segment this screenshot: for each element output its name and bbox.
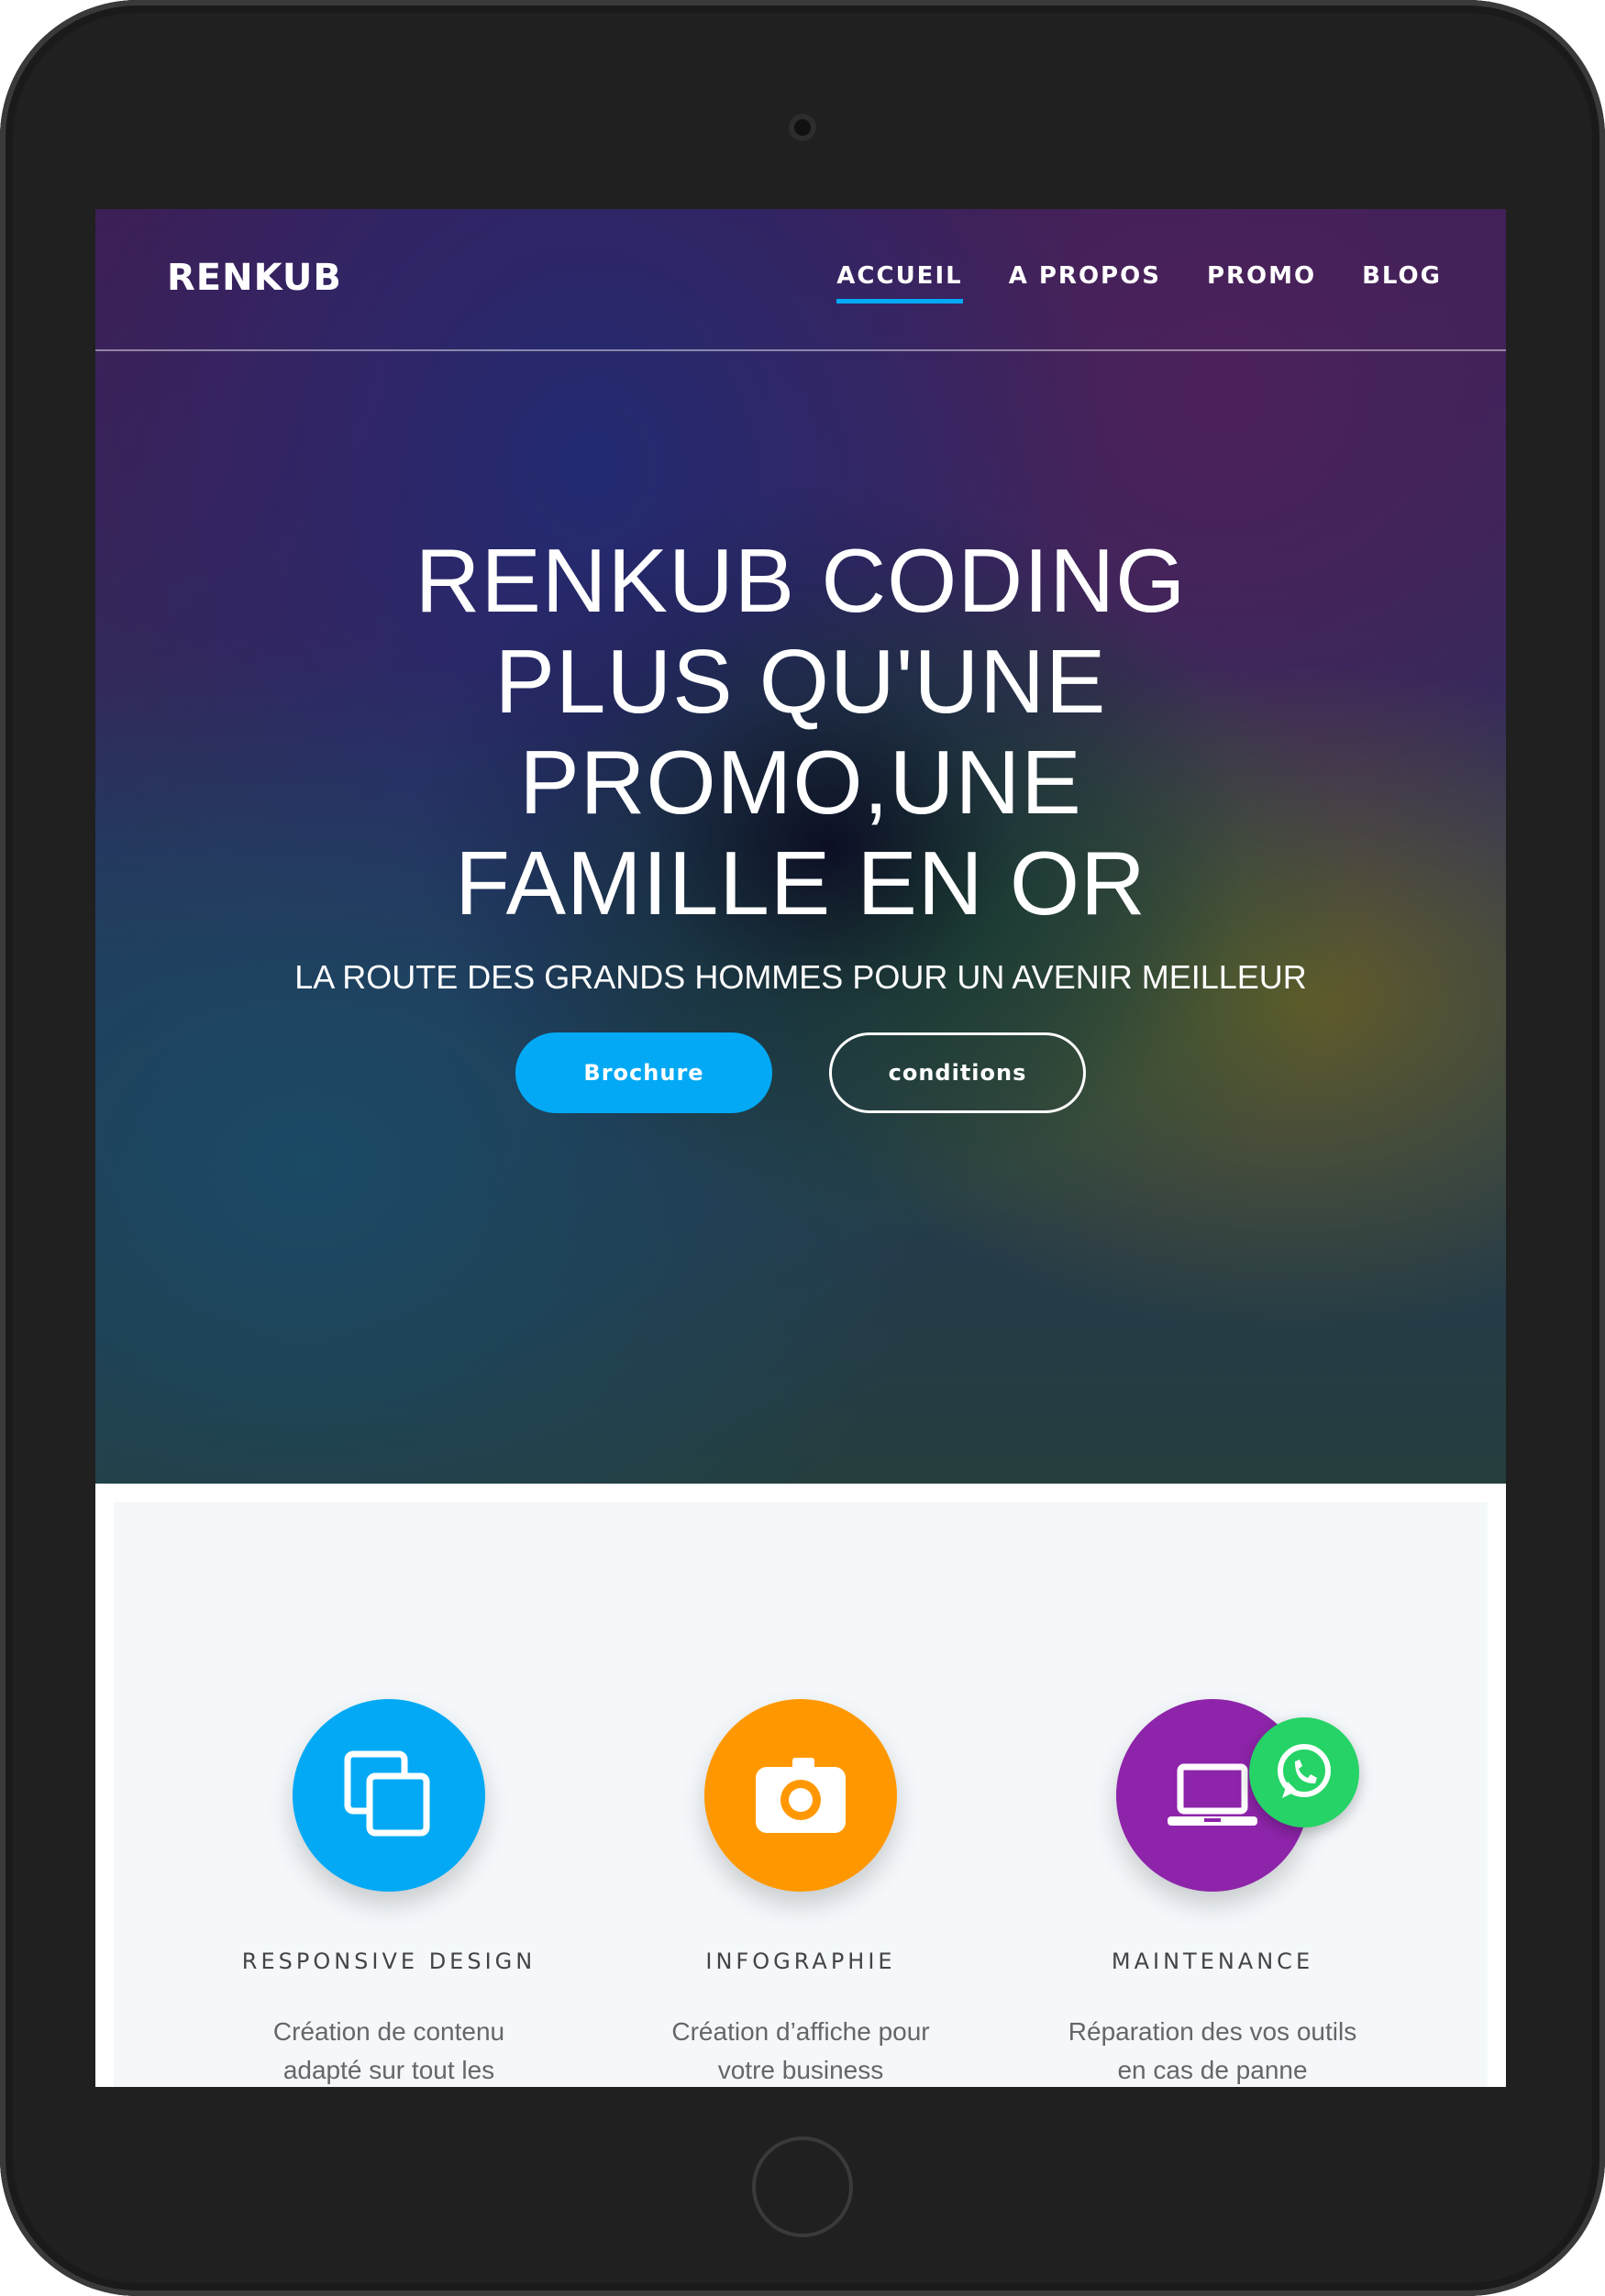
hero-subtitle: LA ROUTE DES GRANDS HOMMES POUR UN AVENI… [294, 958, 1307, 996]
feature-desc-line: adapté sur tout les [282, 2056, 495, 2084]
hero-title: RENKUB CODING PLUS QU'UNE PROMO,UNE FAMI… [250, 530, 1351, 933]
feature-desc-line: Création d’affiche pour [671, 2017, 930, 2046]
nav-item-blog[interactable]: BLOG [1362, 262, 1442, 304]
feature-desc: Réparation des vos outils en cas de pann… [1006, 2013, 1419, 2087]
tablet-frame: RENKUB ACCUEIL A PROPOS PROMO BLOG RENKU… [0, 0, 1605, 2296]
feature-desc-line: en cas de panne [1117, 2056, 1308, 2084]
camera-icon [789, 114, 816, 141]
nav-item-accueil[interactable]: ACCUEIL [836, 262, 963, 304]
navbar: RENKUB ACCUEIL A PROPOS PROMO BLOG [95, 209, 1506, 351]
feature-desc: Création de contenu adapté sur tout les [183, 2013, 595, 2087]
whatsapp-icon[interactable] [1249, 1717, 1359, 1827]
brand-logo[interactable]: RENKUB [167, 257, 342, 299]
feature-title: MAINTENANCE [1111, 1948, 1314, 1974]
main-nav: ACCUEIL A PROPOS PROMO BLOG [836, 262, 1442, 304]
hero-title-line: FAMILLE EN OR [455, 833, 1146, 933]
nav-item-a-propos[interactable]: A PROPOS [1009, 262, 1161, 304]
brochure-button[interactable]: Brochure [515, 1032, 772, 1113]
conditions-button[interactable]: conditions [829, 1032, 1086, 1113]
feature-title: RESPONSIVE DESIGN [241, 1948, 537, 1974]
camera-icon [704, 1699, 897, 1892]
nav-item-promo[interactable]: PROMO [1207, 262, 1316, 304]
hero-title-line: RENKUB CODING [415, 530, 1187, 631]
copy-icon [293, 1699, 485, 1892]
hero-title-line: PROMO,UNE [519, 732, 1082, 833]
home-button[interactable] [752, 2136, 853, 2237]
feature-desc-line: Création de contenu [272, 2017, 505, 2046]
feature-title: INFOGRAPHIE [705, 1948, 896, 1974]
feature-desc-line: Réparation des vos outils [1068, 2017, 1357, 2046]
feature-desc-line: votre business [717, 2056, 884, 2084]
hero-section: RENKUB ACCUEIL A PROPOS PROMO BLOG RENKU… [95, 209, 1506, 1484]
hero-title-line: PLUS QU'UNE [494, 631, 1107, 732]
feature-desc: Création d’affiche pour votre business [594, 2013, 1007, 2087]
